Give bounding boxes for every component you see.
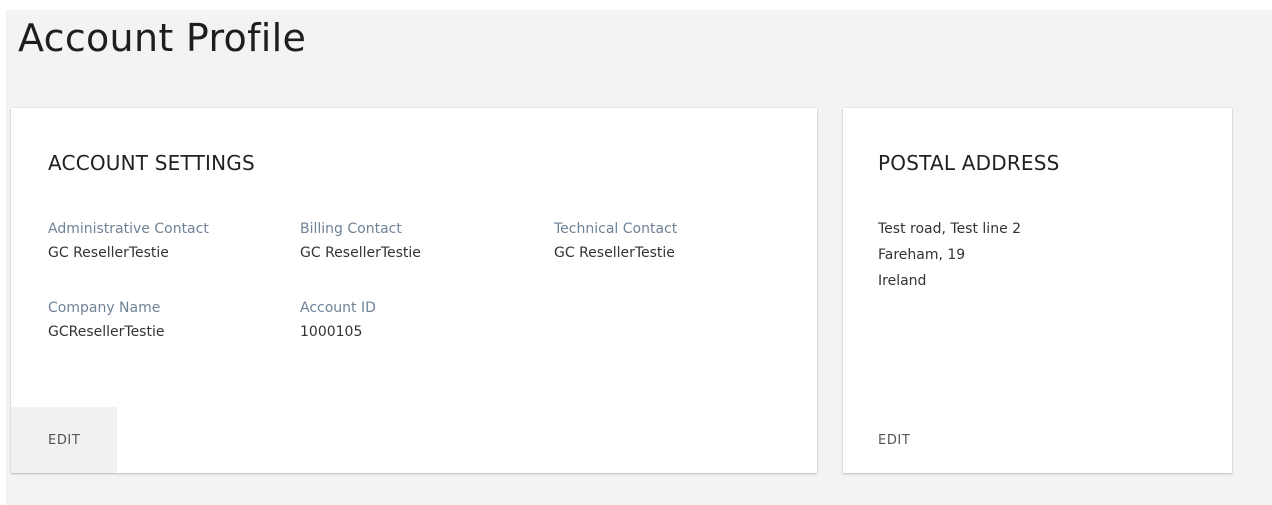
technical-contact-field: Technical Contact GC ResellerTestie (554, 219, 677, 263)
address-line-1: Test road, Test line 2 (878, 221, 1022, 237)
page-title: Account Profile (18, 16, 307, 60)
postal-address-title: POSTAL ADDRESS (878, 151, 1060, 175)
billing-contact-field: Billing Contact GC ResellerTestie (300, 219, 421, 263)
billing-contact-value: GC ResellerTestie (300, 245, 421, 261)
administrative-contact-field: Administrative Contact GC ResellerTestie (48, 219, 209, 263)
postal-address-edit-button[interactable]: EDIT (843, 407, 949, 473)
account-id-value: 1000105 (300, 324, 363, 340)
administrative-contact-label: Administrative Contact (48, 221, 209, 237)
company-name-value: GCResellerTestie (48, 324, 165, 340)
account-settings-edit-button[interactable]: EDIT (11, 407, 117, 473)
account-settings-card: ACCOUNT SETTINGS Administrative Contact … (11, 108, 817, 473)
postal-address-card: POSTAL ADDRESS Test road, Test line 2 Fa… (843, 108, 1232, 473)
account-profile-page: Account Profile ACCOUNT SETTINGS Adminis… (6, 10, 1272, 505)
address-line-3: Ireland (878, 273, 927, 289)
company-name-field: Company Name GCResellerTestie (48, 298, 164, 342)
administrative-contact-value: GC ResellerTestie (48, 245, 169, 261)
address-line-2: Fareham, 19 (878, 247, 966, 263)
company-name-label: Company Name (48, 300, 161, 316)
technical-contact-value: GC ResellerTestie (554, 245, 675, 261)
account-id-field: Account ID 1000105 (300, 298, 376, 342)
account-id-label: Account ID (300, 300, 376, 316)
billing-contact-label: Billing Contact (300, 221, 402, 237)
technical-contact-label: Technical Contact (554, 221, 678, 237)
account-settings-title: ACCOUNT SETTINGS (48, 151, 255, 175)
